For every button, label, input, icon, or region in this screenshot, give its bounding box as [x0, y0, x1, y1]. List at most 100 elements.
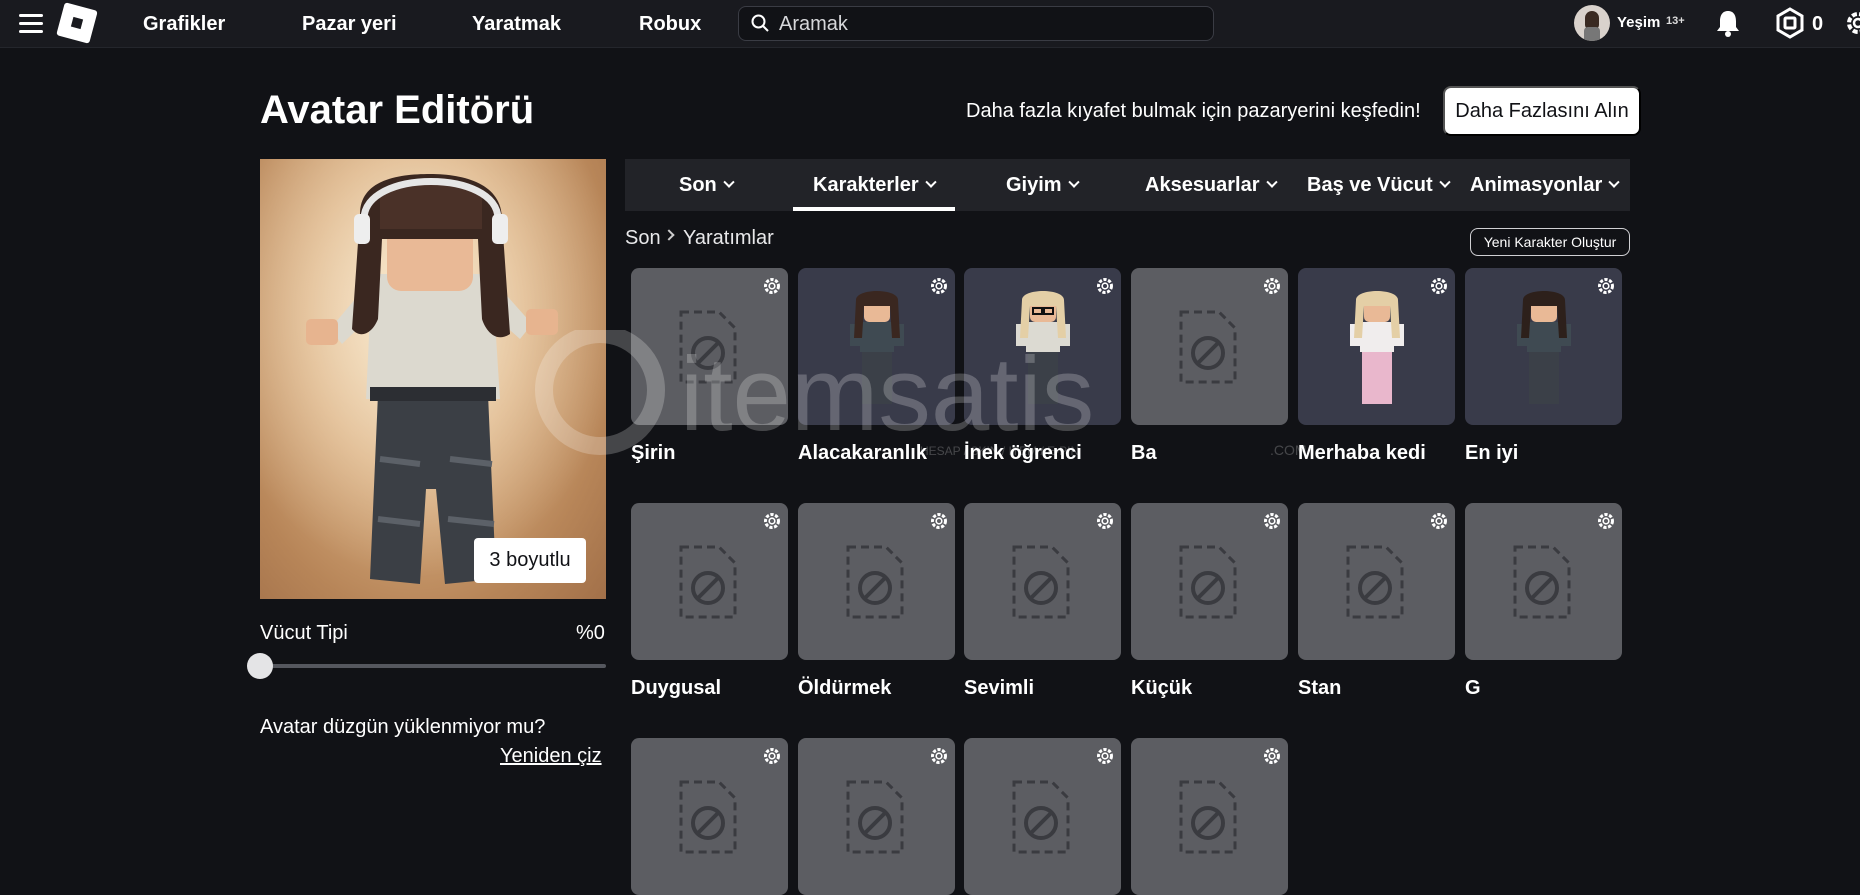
tab-label: Son	[679, 173, 717, 196]
character-name: İnek öğrenci	[964, 442, 1082, 464]
avatar-preview[interactable]	[260, 159, 606, 599]
unavailable-image-icon	[1513, 545, 1571, 619]
character-thumbnail[interactable]	[964, 503, 1121, 660]
unavailable-image-icon	[679, 545, 737, 619]
character-card[interactable]: Şirin	[631, 268, 788, 464]
tab-label: Aksesuarlar	[1145, 173, 1260, 196]
character-card[interactable]: Merhaba kedi	[1298, 268, 1455, 464]
body-type-slider-thumb[interactable]	[247, 653, 273, 679]
robux-balance[interactable]: 0	[1812, 13, 1823, 36]
gear-icon[interactable]	[762, 276, 782, 296]
character-card[interactable]: G	[1465, 503, 1622, 699]
gear-icon[interactable]	[762, 746, 782, 766]
tab-characters[interactable]: Karakterler	[793, 159, 955, 211]
user-avatar[interactable]	[1574, 5, 1610, 41]
character-thumbnail[interactable]	[1131, 738, 1288, 895]
character-thumbnail[interactable]	[631, 503, 788, 660]
roblox-logo[interactable]	[56, 2, 98, 44]
character-card[interactable]	[1131, 738, 1288, 895]
gear-icon[interactable]	[929, 276, 949, 296]
breadcrumb-root[interactable]: Son	[625, 227, 661, 250]
body-type-label: Vücut Tipi	[260, 622, 348, 644]
gear-icon[interactable]	[1095, 276, 1115, 296]
unavailable-image-icon	[679, 780, 737, 854]
tab-label: Giyim	[1006, 173, 1062, 196]
character-thumbnail[interactable]	[964, 738, 1121, 895]
character-thumbnail[interactable]	[1298, 268, 1455, 425]
character-card[interactable]	[964, 738, 1121, 895]
gear-icon[interactable]	[1262, 511, 1282, 531]
gear-icon[interactable]	[1429, 511, 1449, 531]
unavailable-image-icon	[679, 310, 737, 384]
gear-icon[interactable]	[1262, 276, 1282, 296]
gear-icon[interactable]	[1596, 511, 1616, 531]
gear-icon[interactable]	[1429, 276, 1449, 296]
tab-head-body[interactable]: Baş ve Vücut	[1307, 159, 1451, 211]
gear-icon[interactable]	[1095, 746, 1115, 766]
character-card[interactable]	[631, 738, 788, 895]
gear-icon[interactable]	[1095, 511, 1115, 531]
body-type-slider-track[interactable]	[260, 664, 606, 668]
nav-robux[interactable]: Robux	[639, 13, 701, 36]
gear-icon[interactable]	[1262, 746, 1282, 766]
gear-icon[interactable]	[929, 511, 949, 531]
create-new-character-button[interactable]: Yeni Karakter Oluştur	[1470, 228, 1630, 256]
character-thumbnail[interactable]	[1131, 503, 1288, 660]
character-thumbnail[interactable]	[631, 268, 788, 425]
character-card[interactable]	[798, 738, 955, 895]
character-card[interactable]: Stan	[1298, 503, 1455, 699]
character-thumbnail[interactable]	[798, 503, 955, 660]
gear-icon[interactable]	[929, 746, 949, 766]
character-card[interactable]: Ba	[1131, 268, 1288, 464]
character-card[interactable]: Sevimli	[964, 503, 1121, 699]
character-card[interactable]: Alacakaranlık	[798, 268, 955, 464]
nav-create[interactable]: Yaratmak	[472, 13, 561, 36]
unavailable-image-icon	[1179, 310, 1237, 384]
tab-recent[interactable]: Son	[679, 159, 735, 211]
username[interactable]: Yeşim	[1617, 14, 1660, 31]
character-name: Merhaba kedi	[1298, 442, 1426, 464]
character-thumbnail[interactable]	[798, 738, 955, 895]
chevron-right-icon	[663, 229, 675, 241]
search-box[interactable]	[738, 6, 1214, 41]
character-thumbnail[interactable]	[1298, 503, 1455, 660]
tab-clothing[interactable]: Giyim	[1006, 159, 1080, 211]
reload-question: Avatar düzgün yüklenmiyor mu?	[260, 716, 546, 738]
get-more-button[interactable]: Daha Fazlasını Alın	[1443, 86, 1641, 136]
character-thumbnail[interactable]	[1465, 503, 1622, 660]
robux-icon[interactable]	[1774, 7, 1806, 39]
character-card[interactable]: Duygusal	[631, 503, 788, 699]
gear-icon[interactable]	[1596, 276, 1616, 296]
chevron-down-icon	[1438, 176, 1451, 188]
unavailable-image-icon	[1179, 780, 1237, 854]
chevron-down-icon	[1067, 176, 1080, 188]
notification-bell-icon[interactable]	[1714, 8, 1742, 38]
search-input[interactable]	[779, 11, 1199, 37]
gear-icon[interactable]	[762, 511, 782, 531]
tab-accessories[interactable]: Aksesuarlar	[1145, 159, 1278, 211]
tab-label: Karakterler	[813, 173, 919, 196]
character-card[interactable]: Küçük	[1131, 503, 1288, 699]
character-name: Ba	[1131, 442, 1157, 464]
character-thumbnail[interactable]	[964, 268, 1121, 425]
character-thumbnail[interactable]	[798, 268, 955, 425]
chevron-down-icon	[924, 176, 937, 188]
character-card[interactable]: İnek öğrenci	[964, 268, 1121, 464]
chevron-down-icon	[1608, 176, 1620, 188]
character-card[interactable]: Öldürmek	[798, 503, 955, 699]
3d-view-button[interactable]: 3 boyutlu	[474, 538, 586, 583]
settings-gear-icon[interactable]	[1843, 8, 1860, 38]
character-card[interactable]: En iyi	[1465, 268, 1622, 464]
nav-marketplace[interactable]: Pazar yeri	[302, 13, 397, 36]
body-type-value: %0	[576, 622, 605, 644]
nav-charts[interactable]: Grafikler	[143, 13, 225, 36]
character-thumbnail[interactable]	[1131, 268, 1288, 425]
menu-icon[interactable]	[19, 12, 43, 34]
character-name: Küçük	[1131, 677, 1193, 699]
character-name: Stan	[1298, 677, 1342, 699]
character-thumbnail[interactable]	[1465, 268, 1622, 425]
tab-animations[interactable]: Animasyonlar	[1470, 159, 1620, 211]
character-thumbnail[interactable]	[631, 738, 788, 895]
redraw-link[interactable]: Yeniden çiz	[500, 745, 602, 768]
character-avatar-image	[849, 291, 904, 404]
